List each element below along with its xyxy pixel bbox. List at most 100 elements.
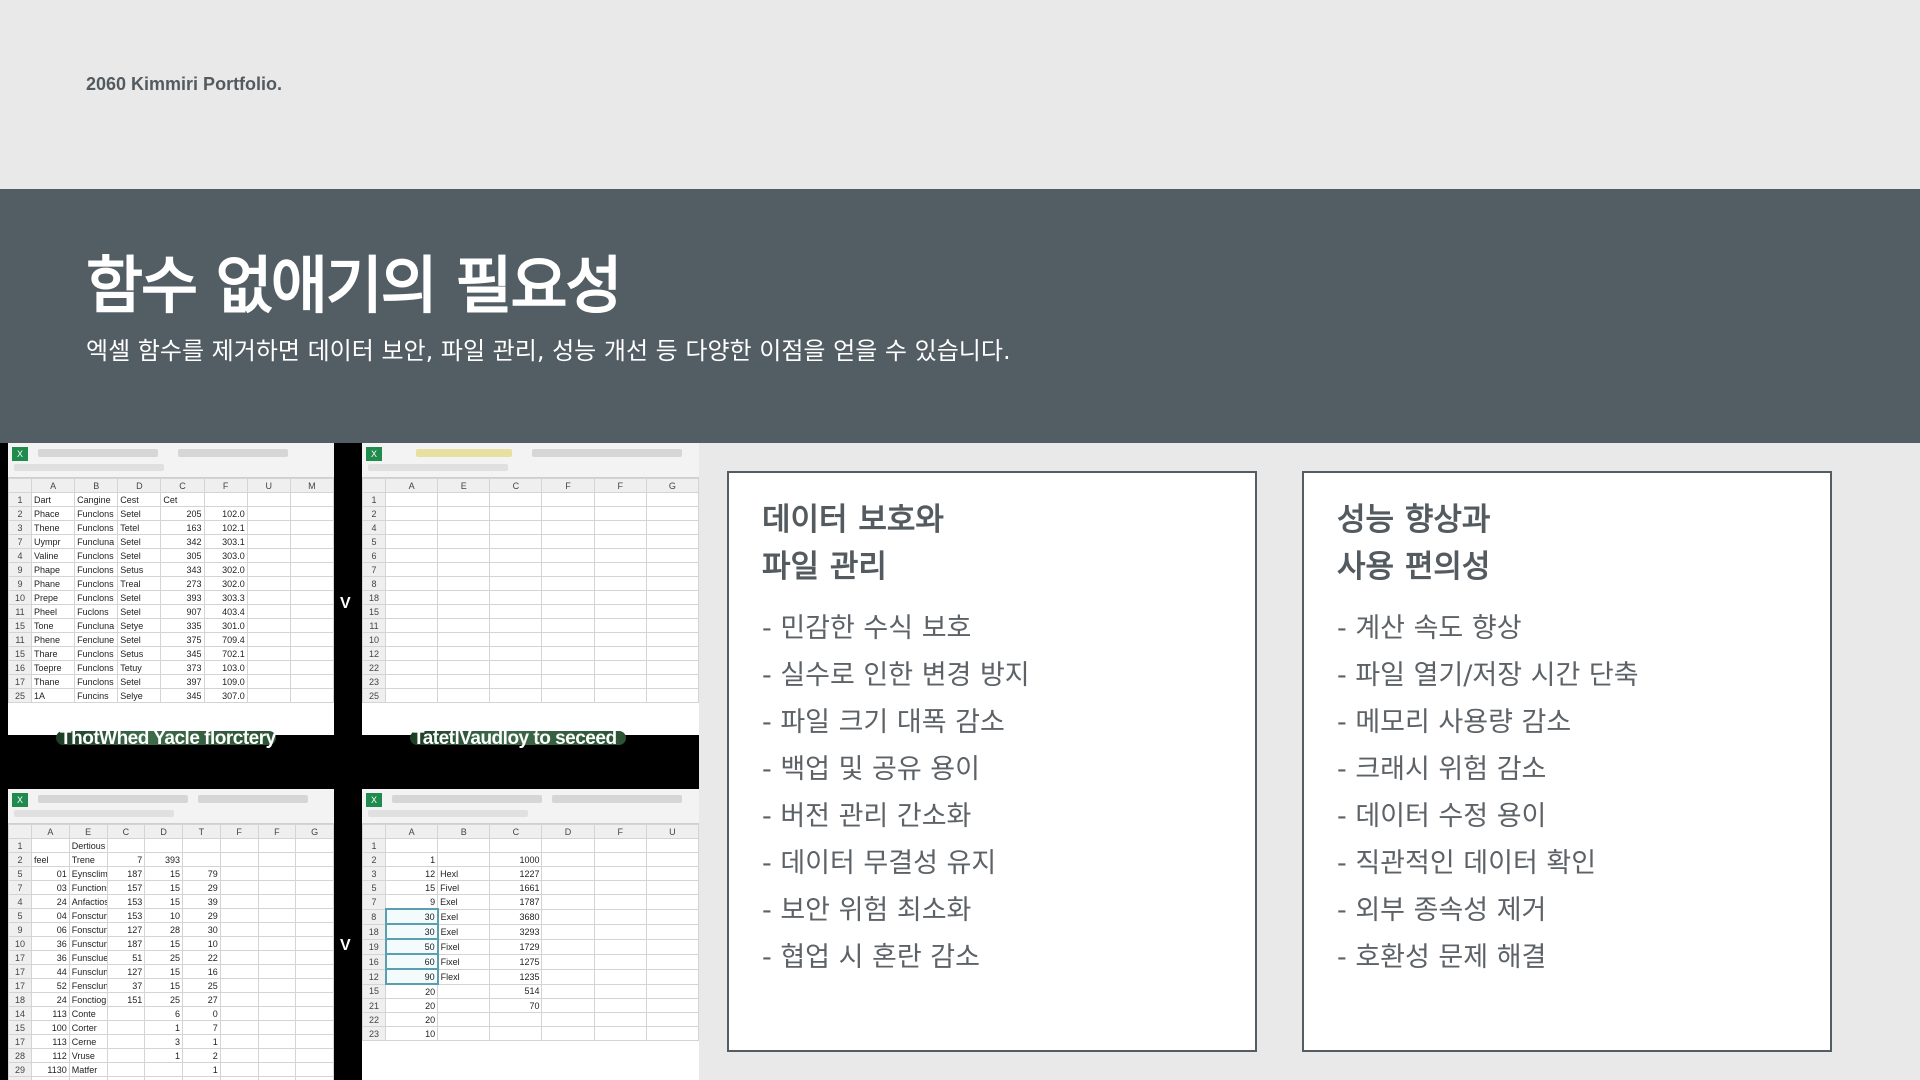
column-header[interactable]: A bbox=[384, 478, 439, 493]
grid-cell[interactable] bbox=[489, 1026, 543, 1041]
grid-cell[interactable]: Phene bbox=[30, 632, 76, 647]
grid-cell[interactable] bbox=[645, 534, 699, 549]
grid-cell[interactable]: Funclons bbox=[74, 576, 119, 591]
grid-cell[interactable]: 25 bbox=[144, 950, 183, 965]
grid-cell[interactable] bbox=[593, 632, 647, 647]
column-header[interactable]: F bbox=[593, 824, 647, 839]
grid-cell[interactable] bbox=[219, 1006, 259, 1021]
grid-cell[interactable] bbox=[144, 1076, 183, 1080]
grid-cell[interactable] bbox=[437, 562, 491, 577]
grid-cell[interactable] bbox=[219, 978, 259, 993]
column-header[interactable]: A bbox=[384, 824, 439, 839]
row-header[interactable]: 5 bbox=[362, 880, 386, 895]
grid-corner[interactable] bbox=[8, 478, 32, 493]
grid-cell[interactable]: 305 bbox=[160, 548, 205, 563]
grid-cell[interactable] bbox=[541, 908, 595, 925]
grid-cell[interactable] bbox=[219, 1062, 259, 1077]
grid-cell[interactable]: 303.0 bbox=[203, 548, 248, 563]
row-header[interactable]: 17 bbox=[8, 950, 32, 965]
grid-cell[interactable] bbox=[106, 1062, 146, 1077]
grid-cell[interactable]: Setel bbox=[117, 506, 162, 521]
grid-cell[interactable] bbox=[541, 983, 595, 999]
column-header[interactable]: F bbox=[593, 478, 647, 493]
grid-cell[interactable] bbox=[257, 978, 297, 993]
grid-cell[interactable] bbox=[489, 590, 543, 605]
grid-cell[interactable] bbox=[645, 838, 699, 853]
grid-cell[interactable]: 27 bbox=[182, 992, 221, 1007]
grid-cell[interactable] bbox=[289, 576, 334, 591]
grid-cell[interactable] bbox=[593, 590, 647, 605]
grid-cell[interactable] bbox=[257, 908, 297, 923]
grid-cell[interactable]: Funsctuns bbox=[68, 936, 108, 951]
grid-cell[interactable]: 205 bbox=[160, 506, 205, 521]
row-header[interactable]: 10 bbox=[8, 590, 32, 605]
grid-cell[interactable] bbox=[384, 534, 439, 549]
grid-cell[interactable]: 15 bbox=[144, 964, 183, 979]
grid-cell[interactable] bbox=[289, 646, 334, 661]
column-header[interactable]: A bbox=[30, 478, 76, 493]
grid-cell[interactable] bbox=[437, 998, 491, 1013]
grid-cell[interactable]: 709.4 bbox=[203, 632, 248, 647]
grid-cell[interactable]: Fonsctune bbox=[68, 922, 108, 937]
grid-cell[interactable] bbox=[106, 838, 146, 853]
grid-cell[interactable] bbox=[593, 618, 647, 633]
grid-cell[interactable] bbox=[593, 534, 647, 549]
grid-cell[interactable] bbox=[645, 618, 699, 633]
grid-cell[interactable] bbox=[645, 576, 699, 591]
grid-cell[interactable] bbox=[541, 953, 595, 970]
grid-cell[interactable]: Functions bbox=[68, 880, 108, 895]
grid-cell[interactable]: Funclons bbox=[74, 660, 119, 675]
grid-cell[interactable] bbox=[437, 618, 491, 633]
grid-cell[interactable]: Exel bbox=[437, 894, 491, 910]
grid-cell[interactable] bbox=[246, 618, 291, 633]
row-header[interactable]: 22 bbox=[362, 1012, 386, 1027]
grid-cell[interactable]: 127 bbox=[106, 922, 146, 937]
grid-cell[interactable]: Fonctiog bbox=[68, 992, 108, 1007]
grid-cell[interactable]: Setel bbox=[117, 674, 162, 689]
grid-cell[interactable]: 109.0 bbox=[203, 674, 248, 689]
grid-cell[interactable]: 1275 bbox=[489, 953, 543, 970]
grid-cell[interactable] bbox=[437, 674, 491, 689]
grid-cell[interactable]: Funclons bbox=[74, 506, 119, 521]
grid-cell[interactable]: 393 bbox=[144, 852, 183, 867]
row-header[interactable]: 9 bbox=[8, 922, 32, 937]
spreadsheet-grid[interactable]: A B D C F U M 1 Dart Cangine Cest Cet 2 Phace Funclons… bbox=[8, 478, 334, 703]
row-header[interactable]: 4 bbox=[8, 548, 32, 563]
row-header[interactable]: 5 bbox=[8, 908, 32, 923]
grid-cell[interactable]: Phace bbox=[30, 506, 76, 521]
spreadsheet-grid[interactable]: A E C D T F F G 1 Dertious 2 feel Trene 7 393 5 01 Eynscl… bbox=[8, 824, 334, 1080]
grid-cell[interactable]: 157 bbox=[106, 880, 146, 895]
grid-cell[interactable] bbox=[645, 908, 699, 925]
grid-cell[interactable]: Phane bbox=[30, 576, 76, 591]
grid-cell[interactable] bbox=[219, 880, 259, 895]
grid-cell[interactable]: Cest bbox=[117, 492, 162, 507]
grid-cell[interactable] bbox=[541, 938, 595, 955]
grid-cell[interactable] bbox=[246, 646, 291, 661]
grid-cell[interactable] bbox=[246, 674, 291, 689]
row-header[interactable]: 17 bbox=[8, 978, 32, 993]
grid-cell[interactable] bbox=[384, 604, 439, 619]
grid-cell[interactable]: 51 bbox=[106, 950, 146, 965]
row-header[interactable]: 8 bbox=[362, 908, 386, 925]
grid-cell[interactable]: 10 bbox=[182, 936, 221, 951]
grid-cell[interactable] bbox=[384, 660, 439, 675]
grid-cell[interactable] bbox=[257, 1034, 297, 1049]
grid-cell[interactable]: 1235 bbox=[489, 968, 543, 985]
grid-cell[interactable]: 1 bbox=[182, 1062, 221, 1077]
grid-cell[interactable]: Flexl bbox=[437, 968, 491, 985]
grid-cell[interactable]: 9 bbox=[384, 894, 439, 910]
grid-cell[interactable] bbox=[295, 880, 334, 895]
grid-cell[interactable] bbox=[541, 838, 595, 853]
column-header[interactable]: D bbox=[144, 824, 183, 839]
grid-cell[interactable]: Funclons bbox=[74, 674, 119, 689]
grid-cell[interactable] bbox=[593, 998, 647, 1013]
grid-cell[interactable] bbox=[257, 1076, 297, 1080]
grid-cell[interactable]: Phape bbox=[30, 562, 76, 577]
grid-cell[interactable]: 907 bbox=[160, 604, 205, 619]
grid-cell[interactable]: Tetuy bbox=[117, 660, 162, 675]
grid-cell[interactable] bbox=[106, 1020, 146, 1035]
grid-cell[interactable]: Fenclune bbox=[74, 632, 119, 647]
grid-cell[interactable] bbox=[541, 880, 595, 895]
grid-cell[interactable] bbox=[257, 1062, 297, 1077]
grid-cell[interactable] bbox=[541, 660, 595, 675]
